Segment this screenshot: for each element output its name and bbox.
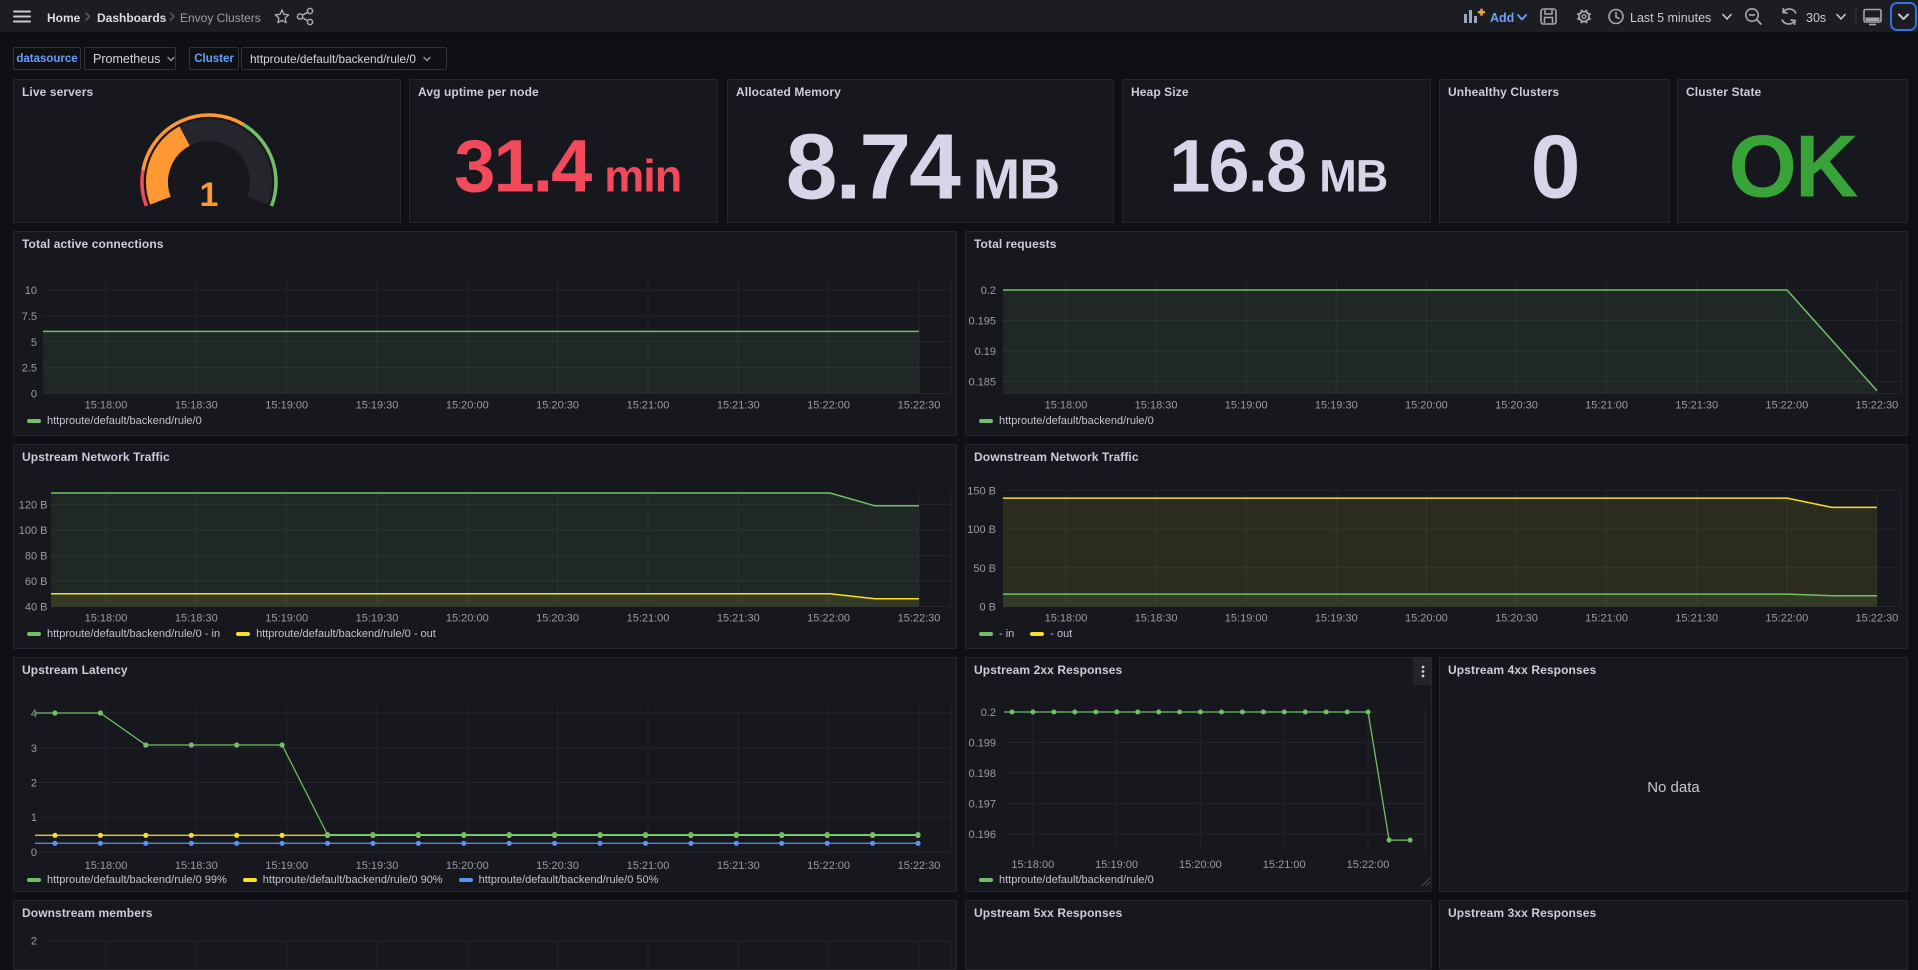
svg-text:5: 5 bbox=[31, 337, 37, 349]
svg-text:15:22:00: 15:22:00 bbox=[807, 613, 850, 625]
svg-text:150 B: 150 B bbox=[967, 485, 996, 497]
svg-text:15:21:00: 15:21:00 bbox=[627, 860, 670, 872]
svg-text:15:22:00: 15:22:00 bbox=[1765, 613, 1808, 625]
svg-text:15:21:00: 15:21:00 bbox=[627, 613, 670, 625]
svg-text:80 B: 80 B bbox=[25, 551, 48, 563]
svg-text:15:20:00: 15:20:00 bbox=[446, 613, 489, 625]
svg-text:15:19:30: 15:19:30 bbox=[356, 400, 399, 412]
svg-text:15:21:30: 15:21:30 bbox=[717, 613, 760, 625]
svg-text:15:19:30: 15:19:30 bbox=[1315, 400, 1358, 412]
svg-text:15:22:30: 15:22:30 bbox=[898, 613, 941, 625]
svg-text:0: 0 bbox=[31, 389, 37, 401]
svg-text:0.19: 0.19 bbox=[975, 346, 996, 358]
svg-text:15:21:00: 15:21:00 bbox=[1263, 859, 1306, 871]
svg-text:MB: MB bbox=[1319, 151, 1387, 202]
svg-text:15:20:30: 15:20:30 bbox=[1495, 400, 1538, 412]
svg-text:15:18:30: 15:18:30 bbox=[175, 860, 218, 872]
svg-text:10: 10 bbox=[25, 285, 37, 297]
svg-text:0.196: 0.196 bbox=[968, 829, 996, 841]
svg-text:2: 2 bbox=[31, 936, 37, 948]
svg-text:0.185: 0.185 bbox=[968, 377, 996, 389]
svg-text:15:21:30: 15:21:30 bbox=[1675, 613, 1718, 625]
svg-text:15:22:00: 15:22:00 bbox=[807, 400, 850, 412]
svg-text:0.2: 0.2 bbox=[981, 707, 996, 719]
svg-text:8.74: 8.74 bbox=[786, 114, 961, 218]
svg-text:0.197: 0.197 bbox=[968, 799, 996, 811]
svg-text:15:18:00: 15:18:00 bbox=[85, 613, 128, 625]
svg-text:15:21:00: 15:21:00 bbox=[1585, 613, 1628, 625]
svg-text:15:20:30: 15:20:30 bbox=[1495, 613, 1538, 625]
svg-text:60 B: 60 B bbox=[25, 576, 48, 588]
svg-text:15:22:30: 15:22:30 bbox=[898, 400, 941, 412]
svg-text:min: min bbox=[604, 151, 681, 202]
svg-text:15:19:00: 15:19:00 bbox=[1225, 400, 1268, 412]
svg-text:0.198: 0.198 bbox=[968, 768, 996, 780]
svg-text:0.199: 0.199 bbox=[968, 738, 996, 750]
svg-text:2: 2 bbox=[31, 778, 37, 790]
svg-text:15:19:30: 15:19:30 bbox=[356, 860, 399, 872]
svg-text:50 B: 50 B bbox=[973, 563, 996, 575]
svg-text:15:22:30: 15:22:30 bbox=[1855, 400, 1898, 412]
svg-text:15:21:30: 15:21:30 bbox=[717, 860, 760, 872]
svg-text:15:21:00: 15:21:00 bbox=[1585, 400, 1628, 412]
svg-text:15:20:30: 15:20:30 bbox=[536, 860, 579, 872]
svg-text:15:19:30: 15:19:30 bbox=[1315, 613, 1358, 625]
svg-text:1: 1 bbox=[31, 812, 37, 824]
svg-text:15:18:00: 15:18:00 bbox=[85, 860, 128, 872]
svg-text:15:18:30: 15:18:30 bbox=[175, 613, 218, 625]
svg-text:15:19:00: 15:19:00 bbox=[1225, 613, 1268, 625]
svg-text:100 B: 100 B bbox=[19, 525, 48, 537]
svg-text:15:22:00: 15:22:00 bbox=[807, 860, 850, 872]
svg-text:2.5: 2.5 bbox=[22, 363, 37, 375]
svg-text:15:19:30: 15:19:30 bbox=[356, 613, 399, 625]
svg-text:OK: OK bbox=[1729, 117, 1858, 216]
svg-text:1: 1 bbox=[200, 176, 219, 214]
svg-text:0.2: 0.2 bbox=[981, 285, 996, 297]
svg-text:MB: MB bbox=[973, 147, 1060, 211]
svg-text:31.4: 31.4 bbox=[454, 125, 592, 208]
svg-text:15:21:00: 15:21:00 bbox=[627, 400, 670, 412]
svg-text:100 B: 100 B bbox=[967, 524, 996, 536]
svg-text:15:18:00: 15:18:00 bbox=[1045, 400, 1088, 412]
svg-text:15:22:00: 15:22:00 bbox=[1347, 859, 1390, 871]
svg-text:0: 0 bbox=[31, 847, 37, 859]
svg-text:15:22:00: 15:22:00 bbox=[1765, 400, 1808, 412]
svg-text:15:18:00: 15:18:00 bbox=[85, 400, 128, 412]
svg-text:15:21:30: 15:21:30 bbox=[717, 400, 760, 412]
svg-text:7.5: 7.5 bbox=[22, 311, 37, 323]
svg-text:120 B: 120 B bbox=[19, 500, 48, 512]
svg-text:4: 4 bbox=[31, 708, 37, 720]
svg-text:15:20:30: 15:20:30 bbox=[536, 613, 579, 625]
svg-text:16.8: 16.8 bbox=[1169, 125, 1305, 208]
svg-text:0 B: 0 B bbox=[979, 602, 996, 614]
svg-text:0.195: 0.195 bbox=[968, 316, 996, 328]
svg-text:15:22:30: 15:22:30 bbox=[1855, 613, 1898, 625]
svg-text:15:19:00: 15:19:00 bbox=[265, 860, 308, 872]
svg-text:15:19:00: 15:19:00 bbox=[1095, 859, 1138, 871]
svg-text:3: 3 bbox=[31, 743, 37, 755]
svg-text:15:18:30: 15:18:30 bbox=[1135, 613, 1178, 625]
svg-text:15:20:00: 15:20:00 bbox=[1405, 613, 1448, 625]
svg-text:15:20:00: 15:20:00 bbox=[1405, 400, 1448, 412]
svg-text:15:18:30: 15:18:30 bbox=[175, 400, 218, 412]
svg-text:15:22:30: 15:22:30 bbox=[898, 860, 941, 872]
svg-text:15:20:00: 15:20:00 bbox=[1179, 859, 1222, 871]
svg-text:15:20:00: 15:20:00 bbox=[446, 400, 489, 412]
svg-text:15:20:00: 15:20:00 bbox=[446, 860, 489, 872]
svg-text:0: 0 bbox=[1531, 117, 1579, 217]
svg-text:15:18:30: 15:18:30 bbox=[1135, 400, 1178, 412]
svg-text:15:21:30: 15:21:30 bbox=[1675, 400, 1718, 412]
svg-text:15:18:00: 15:18:00 bbox=[1045, 613, 1088, 625]
svg-text:40 B: 40 B bbox=[25, 602, 48, 614]
svg-text:15:19:00: 15:19:00 bbox=[265, 400, 308, 412]
svg-text:15:18:00: 15:18:00 bbox=[1011, 859, 1054, 871]
svg-text:15:20:30: 15:20:30 bbox=[536, 400, 579, 412]
svg-text:15:19:00: 15:19:00 bbox=[265, 613, 308, 625]
